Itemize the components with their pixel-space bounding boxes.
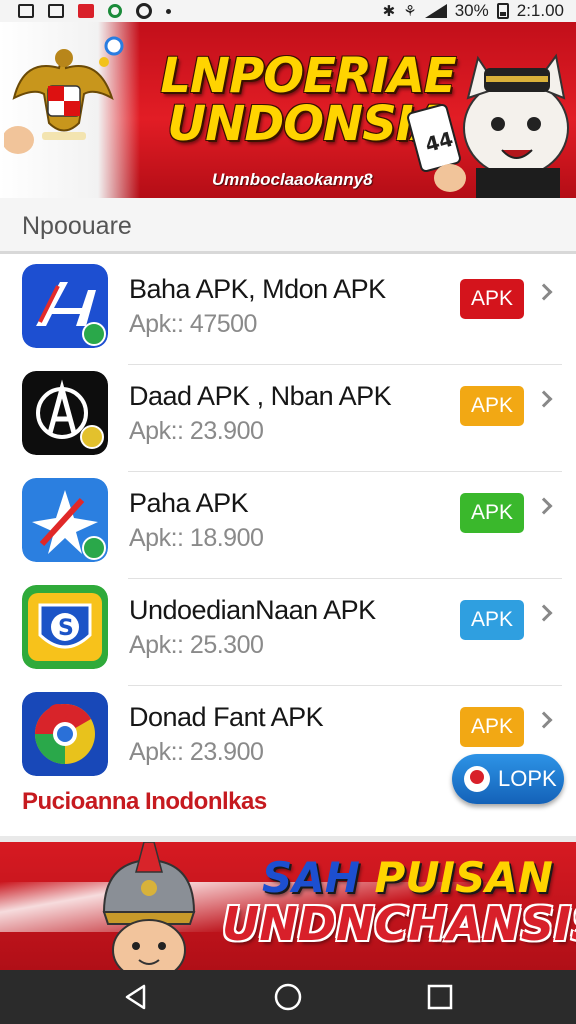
gallery-notification-icon [18,4,34,18]
battery-percent: 30% [454,1,489,20]
recents-icon [427,984,453,1010]
chrome-like-app-icon [22,692,108,776]
app-name: Donad Fant APK [129,702,324,732]
floating-lopk-button[interactable]: LOPK [452,754,564,804]
blue-arrow-app-icon [22,264,108,348]
card-notification-icon [48,4,64,18]
clock: 2:1.00 [516,1,564,20]
home-icon [274,983,302,1011]
circle-app-notification-icon [136,3,152,19]
chevron-right-icon[interactable] [535,390,553,408]
chevron-right-icon[interactable] [535,711,553,729]
chevron-right-icon[interactable] [535,604,553,622]
list-item[interactable]: Paha APK Apk:: 18.900 APK [0,472,576,579]
apk-download-button[interactable]: APK [460,600,524,640]
list-item[interactable]: Daad APK , Nban APK Apk:: 23.900 APK [0,365,576,472]
bottom-banner-word1: SAH [262,853,360,902]
app-name: Daad APK , Nban APK [129,381,392,411]
app-size: Apk:: 47500 [129,310,257,338]
app-list: Baha APK, Mdon APK Apk:: 47500 APK Daad … [0,258,576,793]
blue-star-app-icon [22,478,108,562]
app-size: Apk:: 25.300 [129,631,264,659]
system-nav-bar [0,970,576,1024]
bottom-banner-line1: SAH PUISAN [262,856,553,900]
wifi-icon: ⚘ [403,3,417,20]
battery-icon [496,3,509,19]
section-header: Npoouare [0,198,576,254]
app-size: Apk:: 23.900 [129,417,264,445]
shield-s-app-icon: S [22,585,108,669]
chevron-right-icon[interactable] [535,283,553,301]
banner-subtitle: Umnboclaaokanny8 [212,170,373,189]
apk-download-button[interactable]: APK [460,279,524,319]
apk-download-button[interactable]: APK [460,493,524,533]
bottom-banner-word2: PUISAN [374,853,553,902]
apk-download-button[interactable]: APK [460,386,524,426]
status-bar: ✱ ⚘ 30% 2:1.00 [0,0,576,22]
footer-link[interactable]: Pucioanna Inodonlkas [22,788,267,816]
green-app-notification-icon [108,4,122,18]
notification-icons [18,3,171,19]
app-size: Apk:: 23.900 [129,738,264,766]
chevron-right-icon[interactable] [535,497,553,515]
section-title: Npoouare [22,212,132,240]
list-item[interactable]: Baha APK, Mdon APK Apk:: 47500 APK [0,258,576,365]
apk-download-button[interactable]: APK [460,707,524,747]
system-icons: ✱ ⚘ 30% 2:1.00 [383,1,564,21]
fox-mascot-icon: 44 [407,53,569,198]
svg-text:S: S [58,616,74,641]
top-promo-banner[interactable]: LNPOERIAE UNDONSIA Umnboclaaokanny8 44 [0,22,576,198]
garuda-emblem-icon [4,36,124,154]
lopk-logo-icon [464,766,490,792]
back-button[interactable] [116,977,156,1017]
bottom-banner-line2: UNDNCHANSIS [222,897,576,951]
app-size: Apk:: 18.900 [129,524,264,552]
more-notifications-icon [166,8,171,14]
signal-icon [424,4,447,18]
app-name: UndoedianNaan APK [129,595,376,625]
bottom-promo-banner[interactable]: SAH PUISAN UNDNCHANSIS [0,842,576,970]
recents-button[interactable] [420,977,460,1017]
phone-screen: ✱ ⚘ 30% 2:1.00 LNPOERIAE UNDONSIA Umnboc… [0,0,576,1024]
list-item[interactable]: S UndoedianNaan APK Apk:: 25.300 APK [0,579,576,686]
black-compass-app-icon [22,371,108,455]
home-button[interactable] [268,977,308,1017]
red-app-notification-icon [78,4,94,18]
back-icon [125,984,146,1010]
bluetooth-icon: ✱ [382,3,396,20]
floating-button-label: LOPK [498,766,557,791]
app-name: Baha APK, Mdon APK [129,274,386,304]
app-name: Paha APK [129,488,249,518]
knight-mascot-icon [102,842,196,970]
